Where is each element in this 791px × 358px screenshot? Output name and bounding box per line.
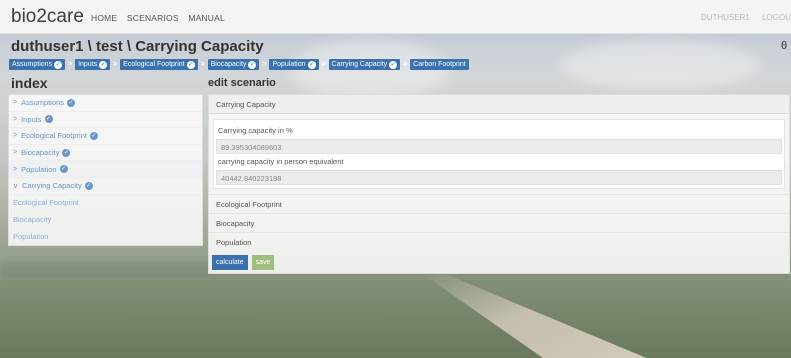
index-item-label: Assumptions [21, 98, 65, 108]
nav-scenarios[interactable]: SCENARIOS [127, 13, 179, 23]
index-item-label: Population [21, 164, 57, 174]
section-body: Carrying capacity in % 89.395304089603 c… [213, 119, 785, 189]
crumb-population[interactable]: Population ✓ [269, 59, 319, 70]
check-icon: ✓ [54, 60, 63, 69]
crumb-carrying-capacity[interactable]: Carrying Capacity ✓ [328, 59, 401, 70]
field-label: carrying capacity in person equivalent [218, 157, 344, 166]
chevron-right-icon: > [200, 61, 205, 68]
index-item-ecological-footprint[interactable]: > Ecological Footprint ✓ [9, 128, 202, 145]
nav-username[interactable]: DUTHUSER1 [701, 13, 750, 22]
chevron-right-icon: > [68, 61, 73, 68]
background-grass [0, 280, 791, 358]
index-item-label: Ecological Footprint [21, 131, 87, 141]
check-icon: ✓ [84, 181, 93, 190]
nav-logout[interactable]: LOGOU [762, 13, 791, 22]
breadcrumb: Assumptions ✓ > Inputs ✓ > Ecological Foot… [9, 58, 469, 71]
chevron-right-icon: > [13, 165, 18, 173]
index-item-carrying-capacity[interactable]: ∨ Carrying Capacity ✓ [9, 178, 202, 195]
top-navbar: bio2care HOME SCENARIOS MANUAL DUTHUSER1… [0, 0, 791, 34]
save-button[interactable]: save [251, 255, 275, 270]
field-label: Carrying capacity in % [218, 126, 293, 135]
carrying-capacity-percent-field[interactable]: 89.395304089603 [216, 139, 782, 154]
check-icon: ✓ [89, 131, 98, 140]
action-buttons: calculate save [212, 255, 275, 270]
page-title: duthuser1 \ test \ Carrying Capacity [11, 38, 264, 55]
index-item-label: Biocapacity [21, 148, 60, 158]
calculate-button[interactable]: calculate [212, 255, 248, 270]
index-subitem-biocapacity[interactable]: Biocapacity [9, 211, 202, 228]
nav-user-area: DUTHUSER1 LOGOU [691, 13, 791, 22]
index-subitem-ecological-footprint[interactable]: Ecological Footprint [9, 195, 202, 212]
section-population[interactable]: Population [209, 232, 789, 251]
check-icon: ✓ [67, 98, 76, 107]
check-icon: ✓ [59, 165, 68, 174]
index-panel: > Assumptions ✓ > Inputs ✓ > Ecological … [8, 94, 203, 246]
nav-links: HOME SCENARIOS MANUAL [91, 13, 232, 23]
chevron-right-icon: > [13, 149, 18, 157]
crumb-assumptions[interactable]: Assumptions ✓ [9, 59, 66, 70]
index-item-label: Carrying Capacity [22, 181, 82, 191]
index-item-inputs[interactable]: > Inputs ✓ [9, 112, 202, 129]
crumb-ecological-footprint[interactable]: Ecological Footprint ✓ [120, 59, 198, 70]
index-item-assumptions[interactable]: > Assumptions ✓ [9, 95, 202, 112]
index-item-label: Inputs [21, 114, 42, 124]
chevron-right-icon: > [403, 61, 408, 68]
check-icon: ✓ [248, 60, 257, 69]
chevron-right-icon: > [13, 99, 18, 107]
chevron-down-icon: ∨ [13, 182, 19, 190]
check-icon: ✓ [307, 60, 316, 69]
index-item-biocapacity[interactable]: > Biocapacity ✓ [9, 145, 202, 162]
edit-panel: Carrying Capacity Carrying capacity in %… [208, 94, 790, 274]
index-heading: index [11, 75, 48, 91]
index-item-population[interactable]: > Population ✓ [9, 161, 202, 178]
section-ecological-footprint[interactable]: Ecological Footprint [209, 194, 789, 213]
crumb-inputs[interactable]: Inputs ✓ [75, 59, 111, 70]
section-header-carrying-capacity[interactable]: Carrying Capacity [209, 95, 789, 114]
check-icon: ✓ [186, 60, 195, 69]
chevron-right-icon: > [321, 61, 326, 68]
chevron-right-icon: > [13, 132, 18, 140]
edit-heading: edit scenario [208, 77, 276, 89]
check-icon: ✓ [44, 115, 53, 124]
chevron-right-icon: > [262, 61, 267, 68]
check-icon: ✓ [389, 60, 398, 69]
check-icon: ✓ [62, 148, 71, 157]
nav-manual[interactable]: MANUAL [188, 13, 225, 23]
chevron-right-icon: > [113, 61, 118, 68]
nav-home[interactable]: HOME [91, 13, 117, 23]
crumb-biocapacity[interactable]: Biocapacity ✓ [207, 59, 260, 70]
crumb-carbon-footprint[interactable]: Carbon Footprint [410, 59, 469, 70]
check-icon: ✓ [99, 60, 108, 69]
chevron-right-icon: > [13, 115, 18, 123]
settings-icon[interactable]: θ [781, 40, 787, 52]
brand-logo[interactable]: bio2care [11, 6, 84, 28]
section-biocapacity[interactable]: Biocapacity [209, 213, 789, 232]
carrying-capacity-person-eq-field[interactable]: 40442.840223198 [216, 170, 782, 185]
index-subitem-population[interactable]: Population [9, 228, 202, 245]
cloud [560, 40, 760, 90]
